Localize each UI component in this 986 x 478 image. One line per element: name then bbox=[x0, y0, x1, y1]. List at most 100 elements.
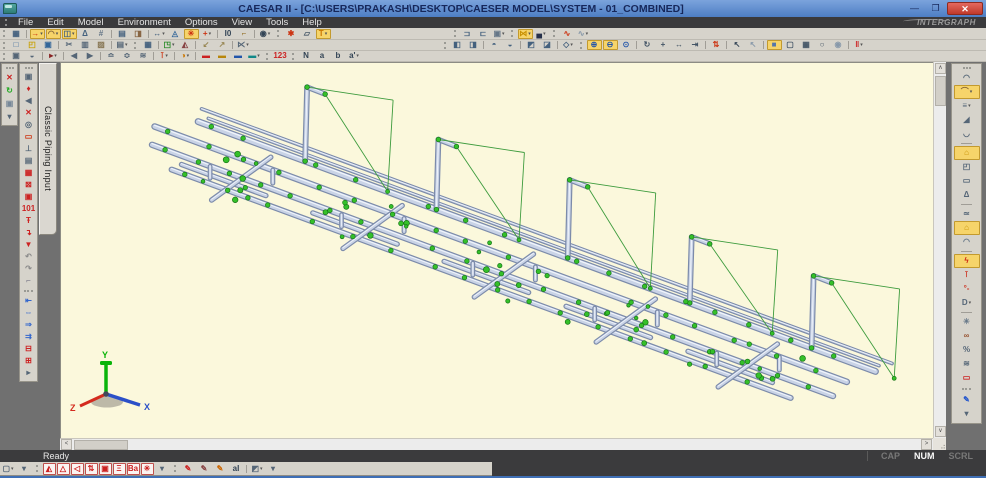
measure-icon[interactable]: ↔▾ bbox=[152, 29, 167, 39]
view-corner2-icon[interactable]: ◪ bbox=[540, 40, 555, 50]
delete-model-icon[interactable]: ✕ bbox=[2, 71, 17, 84]
modeler-icon[interactable]: ▱ bbox=[300, 29, 315, 39]
cylinder-icon[interactable]: D▾ bbox=[954, 296, 980, 310]
pipe-end-icon[interactable]: ⇤ bbox=[21, 295, 36, 307]
maximize-button[interactable]: ❐ bbox=[926, 2, 945, 15]
flow-toggle-icon[interactable]: ⇅ bbox=[85, 463, 98, 475]
load-red-icon[interactable]: ▬ bbox=[199, 51, 214, 61]
tee-builder-icon[interactable]: T▾ bbox=[316, 29, 331, 39]
camera-toggle-icon[interactable]: ▣ bbox=[99, 463, 112, 475]
box-plain-icon[interactable]: ▭ bbox=[954, 174, 980, 188]
render-dark-icon[interactable]: ▄▾ bbox=[534, 29, 549, 39]
elbow-gray-icon[interactable]: ⌐ bbox=[21, 275, 36, 287]
rotate-left-icon[interactable]: ◀ bbox=[67, 51, 82, 61]
pipe-out-icon[interactable]: ⊐ bbox=[460, 29, 475, 39]
menu-file[interactable]: File bbox=[11, 17, 40, 28]
import-icon[interactable]: ↙ bbox=[199, 40, 214, 50]
node-swap-icon[interactable]: ⇅ bbox=[709, 40, 724, 50]
minimize-button[interactable]: — bbox=[905, 2, 924, 15]
menu-help[interactable]: Help bbox=[295, 17, 329, 28]
model-canvas[interactable]: YXZ ∧ ∨ < > bbox=[60, 62, 946, 450]
marker-red-icon[interactable]: ✎ bbox=[181, 463, 196, 475]
toolbar-expander[interactable]: ▸ bbox=[21, 367, 36, 379]
menu-view[interactable]: View bbox=[225, 17, 259, 28]
orbit-icon[interactable]: ↻ bbox=[640, 40, 655, 50]
wireframe-mode-icon[interactable]: ▢ bbox=[783, 40, 798, 50]
pipe-both-icon[interactable]: ⇔ bbox=[21, 307, 36, 319]
copy-icon[interactable]: ▥ bbox=[78, 40, 93, 50]
load-blue-icon[interactable]: ▬ bbox=[231, 51, 246, 61]
zoom-extents-icon[interactable]: ⊙ bbox=[619, 40, 634, 50]
scroll-left-button[interactable]: < bbox=[61, 439, 72, 450]
zoom-dynamic-icon[interactable]: ⊖ bbox=[603, 40, 618, 50]
save-file-icon[interactable]: ▣ bbox=[41, 40, 56, 50]
horizontal-scrollbar[interactable]: < > bbox=[60, 438, 933, 450]
view-top-icon[interactable]: ◓ bbox=[487, 40, 502, 50]
render-cube-icon[interactable]: ▢▾ bbox=[1, 463, 16, 475]
app-icon[interactable] bbox=[3, 3, 17, 14]
menu-options[interactable]: Options bbox=[178, 17, 225, 28]
view-bottom-icon[interactable]: ◒ bbox=[503, 40, 518, 50]
node-grid-icon[interactable]: ▦ bbox=[9, 29, 24, 39]
archive-icon[interactable]: ▣ bbox=[2, 97, 17, 110]
stack-icon[interactable]: ≋ bbox=[954, 357, 980, 371]
wedge-icon[interactable]: ◢ bbox=[954, 113, 980, 127]
shaded-mode-icon[interactable]: ■ bbox=[767, 40, 782, 50]
animation-icon[interactable]: ▸▾ bbox=[46, 51, 61, 61]
pipe-shoe-icon[interactable]: ◠ bbox=[954, 71, 980, 85]
node-101-icon[interactable]: 101 bbox=[21, 203, 36, 215]
model-transfer-icon[interactable]: ▣▾ bbox=[492, 29, 507, 39]
label-a-icon[interactable]: a bbox=[315, 51, 330, 61]
send-icon[interactable]: ↗ bbox=[215, 40, 230, 50]
menu-environment[interactable]: Environment bbox=[111, 17, 178, 28]
eraser-blue-icon[interactable]: ✎ bbox=[954, 393, 980, 407]
review-icon[interactable]: ◬ bbox=[168, 29, 183, 39]
pipe-flow-icon[interactable]: ⇒ bbox=[21, 319, 36, 331]
scroll-right-button[interactable]: > bbox=[921, 439, 932, 450]
monitor-red-icon[interactable]: ▭ bbox=[21, 131, 36, 143]
clock-icon[interactable]: ◑▾ bbox=[178, 51, 193, 61]
restraint-icon[interactable]: →▾ bbox=[30, 29, 45, 39]
burst-icon[interactable]: ✳ bbox=[141, 463, 154, 475]
section-cut-icon[interactable]: ‖▾ bbox=[852, 40, 867, 50]
delta-x-icon[interactable]: Δ bbox=[954, 188, 980, 202]
select-group-icon[interactable]: ↖ bbox=[746, 40, 761, 50]
ba-icon[interactable]: Ba bbox=[127, 463, 140, 475]
load-teal-icon[interactable]: ▬▾ bbox=[247, 51, 262, 61]
rotate-right-icon[interactable]: ▶ bbox=[83, 51, 98, 61]
vertical-scroll-thumb[interactable] bbox=[935, 76, 946, 106]
open-file-icon[interactable]: ◰ bbox=[25, 40, 40, 50]
classic-piping-input-tab[interactable]: Classic Piping Input bbox=[39, 63, 57, 235]
hidden-line-mode-icon[interactable]: ▦ bbox=[799, 40, 814, 50]
camera-icon[interactable]: ▣ bbox=[21, 71, 36, 83]
mound-icon[interactable]: ◠ bbox=[954, 235, 980, 249]
label-a2-icon[interactable]: a'▾ bbox=[347, 51, 362, 61]
valve-large-icon[interactable]: ≋ bbox=[136, 51, 151, 61]
displacement-icon[interactable]: Δ bbox=[78, 29, 93, 39]
insert-element-icon[interactable]: +▾ bbox=[200, 29, 215, 39]
ratio-icon[interactable]: % bbox=[954, 343, 980, 357]
pipe-in-icon[interactable]: ⊏ bbox=[476, 29, 491, 39]
lightning-icon[interactable]: ϟ bbox=[954, 254, 980, 268]
degree-icon[interactable]: °- bbox=[954, 282, 980, 296]
shelter-icon[interactable]: ⌂ bbox=[954, 221, 980, 235]
double-x-icon[interactable]: ⊠ bbox=[21, 179, 36, 191]
sound-off-icon[interactable]: ◁ bbox=[71, 463, 84, 475]
menu-model[interactable]: Model bbox=[71, 17, 111, 28]
scroll-up-button[interactable]: ∧ bbox=[935, 63, 946, 74]
label-n-icon[interactable]: N bbox=[299, 51, 314, 61]
export-model-icon[interactable]: ◳▾ bbox=[162, 40, 177, 50]
translate-icon[interactable]: ↔ bbox=[672, 40, 687, 50]
tee-red-icon[interactable]: ⊥ bbox=[21, 143, 36, 155]
toolbar-expander[interactable]: ▾ bbox=[954, 407, 980, 421]
view-iso-icon[interactable]: ◇▾ bbox=[561, 40, 576, 50]
view-sw-icon[interactable]: ◧ bbox=[450, 40, 465, 50]
hanger-icon[interactable]: ◠▾ bbox=[46, 29, 61, 39]
view-se-icon[interactable]: ◨ bbox=[466, 40, 481, 50]
zoom-window-icon[interactable]: ⊕ bbox=[587, 40, 602, 50]
node-numbers-toggle-icon[interactable]: 123 bbox=[273, 51, 288, 61]
saddle-icon[interactable]: ◡ bbox=[954, 127, 980, 141]
scroll-down-button[interactable]: ∨ bbox=[935, 426, 946, 437]
menu-tools[interactable]: Tools bbox=[259, 17, 295, 28]
find-node-icon[interactable]: ◉▾ bbox=[258, 29, 273, 39]
